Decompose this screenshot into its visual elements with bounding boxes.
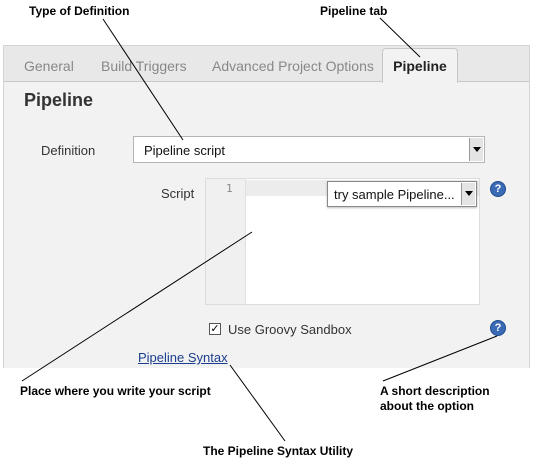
pointer-line-help [382, 335, 498, 382]
annotation-pointer-lines [21, 17, 498, 442]
pointer-line-pipeline-tab [379, 17, 421, 58]
pointer-line-syntax [229, 364, 286, 442]
pointer-line-script [21, 231, 253, 382]
pointer-line-definition [102, 18, 184, 141]
